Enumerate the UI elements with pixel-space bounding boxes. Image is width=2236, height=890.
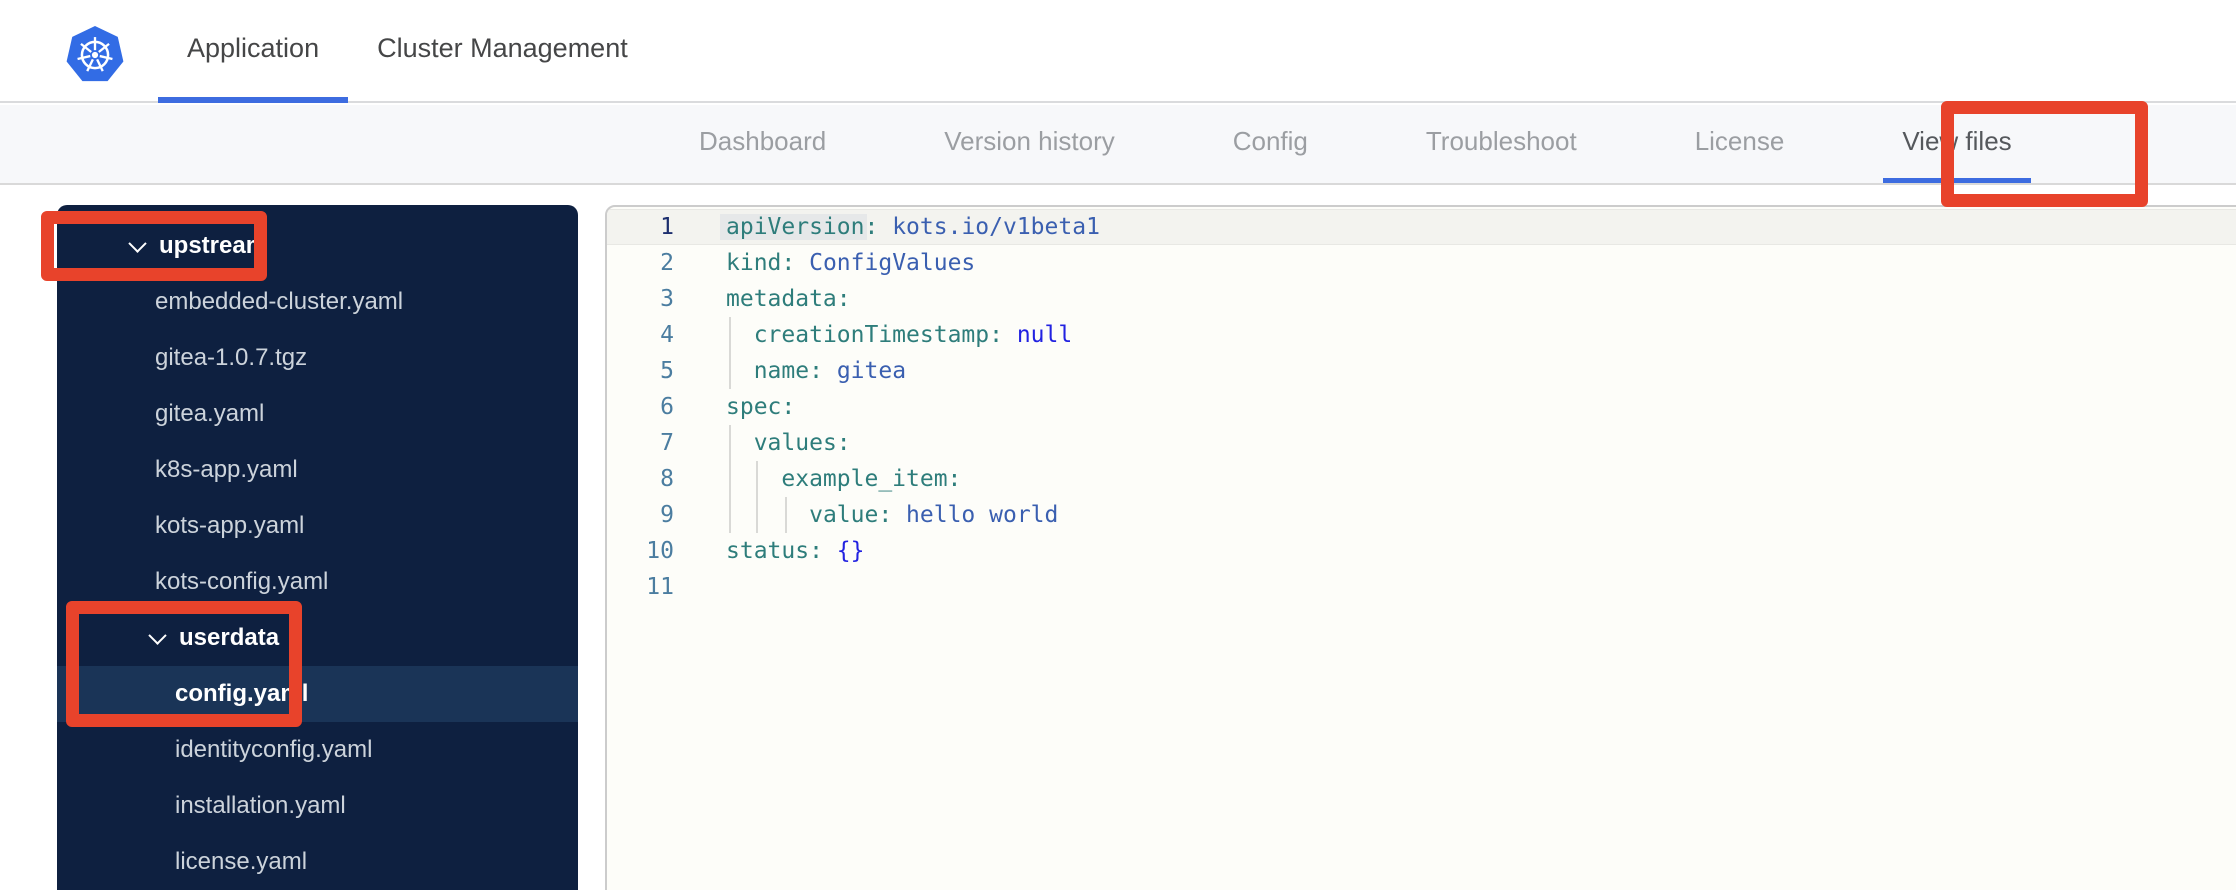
tree-item-embedded-cluster-yaml[interactable]: embedded-cluster.yaml xyxy=(57,274,578,330)
code-line-10[interactable]: 10 status: {} xyxy=(607,533,2236,569)
code-line-5[interactable]: 5 name: gitea xyxy=(607,353,2236,389)
nav-tabs: Dashboard Version history Config Troublesho… xyxy=(0,105,2236,183)
tree-item-k8s-app-yaml[interactable]: k8s-app.yaml xyxy=(57,442,578,498)
tree-item-upstream[interactable]: upstream xyxy=(57,218,578,274)
tree-item-kots-app-yaml[interactable]: kots-app.yaml xyxy=(57,498,578,554)
code-text: values: xyxy=(753,430,851,456)
tab-application[interactable]: Application xyxy=(158,0,349,103)
nav-tab-label: View files xyxy=(1902,126,2012,156)
line-number: 8 xyxy=(660,466,674,492)
code-line-8[interactable]: 8 example_item: xyxy=(607,461,2236,497)
line-number: 7 xyxy=(660,430,674,456)
folder-label: userdata xyxy=(179,624,280,651)
nav-tab-version-history[interactable]: Version history xyxy=(925,105,1134,183)
nav-tab-label: Config xyxy=(1232,126,1308,156)
nav-tab-label: Dashboard xyxy=(699,126,827,156)
code-text: apiVersion: kots.io/v1beta1 xyxy=(726,214,1100,240)
tree-item-userdata[interactable]: userdata xyxy=(57,610,578,666)
file-label: k8s-app.yaml xyxy=(155,456,298,483)
code-text: example_item: xyxy=(781,466,962,492)
line-number: 6 xyxy=(660,394,674,420)
line-number: 5 xyxy=(660,358,674,384)
indent-guide xyxy=(785,497,787,533)
file-label: config.yaml xyxy=(175,680,309,707)
tree-item-gitea-yaml[interactable]: gitea.yaml xyxy=(57,386,578,442)
indent-guide xyxy=(729,317,731,389)
line-number: 4 xyxy=(660,322,674,348)
file-tree-panel: upstream embedded-cluster.yaml gitea-1.0.7… xyxy=(57,205,578,890)
app-header: Application Cluster Management xyxy=(0,0,2236,103)
folder-label: upstream xyxy=(159,232,268,259)
nav-bar: Dashboard Version history Config Troublesho… xyxy=(0,105,2236,185)
tab-cluster-management[interactable]: Cluster Management xyxy=(348,0,657,103)
code-text: kind: ConfigValues xyxy=(726,250,976,276)
nav-tab-view-files[interactable]: View files xyxy=(1883,105,2031,183)
code-text: creationTimestamp: null xyxy=(753,322,1073,348)
file-label: license.yaml xyxy=(175,848,308,875)
line-number: 9 xyxy=(660,502,674,528)
tab-label: Cluster Management xyxy=(377,33,628,63)
code-text: status: {} xyxy=(726,538,865,564)
line-number: 10 xyxy=(646,538,674,564)
code-text: spec: xyxy=(726,394,796,420)
file-label: gitea.yaml xyxy=(155,400,265,427)
code-editor-panel[interactable]: 1 apiVersion: kots.io/v1beta1 2 kind: Confi… xyxy=(605,205,2236,890)
nav-tab-dashboard[interactable]: Dashboard xyxy=(680,105,845,183)
line-number: 11 xyxy=(646,574,674,600)
chevron-down-icon xyxy=(128,233,147,253)
chevron-down-icon xyxy=(148,625,167,645)
code-line-2[interactable]: 2 kind: ConfigValues xyxy=(607,245,2236,281)
tree-item-installation-yaml[interactable]: installation.yaml xyxy=(57,778,578,834)
file-label: kots-app.yaml xyxy=(155,512,305,539)
tree-item-license-yaml[interactable]: license.yaml xyxy=(57,834,578,890)
file-label: installation.yaml xyxy=(175,792,346,819)
code-text: name: gitea xyxy=(753,358,907,384)
file-label: embedded-cluster.yaml xyxy=(155,288,404,315)
nav-tab-label: Troubleshoot xyxy=(1425,126,1577,156)
tree-item-identityconfig-yaml[interactable]: identityconfig.yaml xyxy=(57,722,578,778)
nav-tab-license[interactable]: License xyxy=(1676,105,1804,183)
header-tabs: Application Cluster Management xyxy=(158,0,657,103)
code-line-4[interactable]: 4 creationTimestamp: null xyxy=(607,317,2236,353)
tree-item-config-yaml[interactable]: config.yaml xyxy=(57,666,578,722)
code-text: metadata: xyxy=(726,286,851,312)
kubernetes-logo-icon xyxy=(66,25,124,82)
nav-tab-label: License xyxy=(1694,126,1785,156)
line-number: 1 xyxy=(660,214,674,240)
line-number: 2 xyxy=(660,250,674,276)
code-line-11[interactable]: 11 xyxy=(607,569,2236,605)
file-label: identityconfig.yaml xyxy=(175,736,373,763)
tree-item-kots-config-yaml[interactable]: kots-config.yaml xyxy=(57,554,578,610)
line-number: 3 xyxy=(660,286,674,312)
code-line-6[interactable]: 6 spec: xyxy=(607,389,2236,425)
tree-item-gitea-1-0-7-tgz[interactable]: gitea-1.0.7.tgz xyxy=(57,330,578,386)
code-line-9[interactable]: 9 value: hello world xyxy=(607,497,2236,533)
file-label: kots-config.yaml xyxy=(155,568,329,595)
tab-label: Application xyxy=(187,33,320,63)
code-lines: 1 apiVersion: kots.io/v1beta1 2 kind: Confi… xyxy=(607,209,2236,605)
indent-guide xyxy=(729,425,731,533)
nav-tab-troubleshoot[interactable]: Troubleshoot xyxy=(1407,105,1596,183)
indent-guide xyxy=(756,461,758,533)
kots-admin-console: Application Cluster Management Dashboard V… xyxy=(0,0,2236,890)
code-line-3[interactable]: 3 metadata: xyxy=(607,281,2236,317)
code-line-1[interactable]: 1 apiVersion: kots.io/v1beta1 xyxy=(607,209,2236,245)
file-label: gitea-1.0.7.tgz xyxy=(155,344,308,371)
nav-tab-label: Version history xyxy=(944,126,1115,156)
kubernetes-logo xyxy=(64,24,126,86)
code-text: value: hello world xyxy=(809,502,1059,528)
code-line-7[interactable]: 7 values: xyxy=(607,425,2236,461)
nav-tab-config[interactable]: Config xyxy=(1214,105,1327,183)
